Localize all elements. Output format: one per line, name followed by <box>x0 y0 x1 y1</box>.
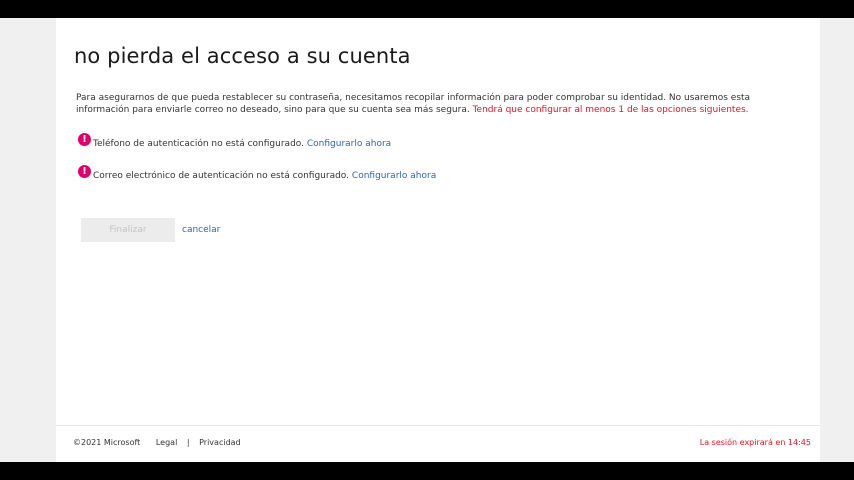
footer: ©2021 Microsoft Legal | Privacidad La se… <box>56 425 820 462</box>
legal-link[interactable]: Legal <box>156 438 177 447</box>
privacy-link[interactable]: Privacidad <box>199 438 241 447</box>
email-requirement-row: ! Correo electrónico de autenticación no… <box>78 165 436 181</box>
phone-requirement-text-wrap: Teléfono de autenticación no está config… <box>93 133 391 149</box>
alert-icon: ! <box>78 133 91 146</box>
actions-bar: Finalizar cancelar <box>81 218 220 242</box>
phone-requirement-row: ! Teléfono de autenticación no está conf… <box>78 133 391 149</box>
email-requirement-text: Correo electrónico de autenticación no e… <box>93 171 350 181</box>
cancel-link[interactable]: cancelar <box>182 225 220 235</box>
email-requirement-text-wrap: Correo electrónico de autenticación no e… <box>93 165 436 181</box>
screen: no pierda el acceso a su cuenta Para ase… <box>0 0 854 480</box>
copyright-text: ©2021 Microsoft <box>73 438 141 447</box>
security-info-card: no pierda el acceso a su cuenta Para ase… <box>56 18 820 462</box>
footer-separator: | <box>186 438 190 447</box>
intro-paragraph: Para asegurarnos de que pueda restablece… <box>76 92 806 116</box>
phone-setup-link[interactable]: Configurarlo ahora <box>307 139 391 149</box>
finish-button[interactable]: Finalizar <box>81 218 175 242</box>
email-setup-link[interactable]: Configurarlo ahora <box>352 171 436 181</box>
page-title: no pierda el acceso a su cuenta <box>74 44 411 68</box>
session-timer: La sesión expirará en 14:45 <box>699 438 811 447</box>
intro-warning: Tendrá que configurar al menos 1 de las … <box>472 105 749 115</box>
phone-requirement-text: Teléfono de autenticación no está config… <box>93 139 304 149</box>
alert-icon: ! <box>78 165 91 178</box>
footer-links: ©2021 Microsoft Legal | Privacidad <box>73 438 241 447</box>
